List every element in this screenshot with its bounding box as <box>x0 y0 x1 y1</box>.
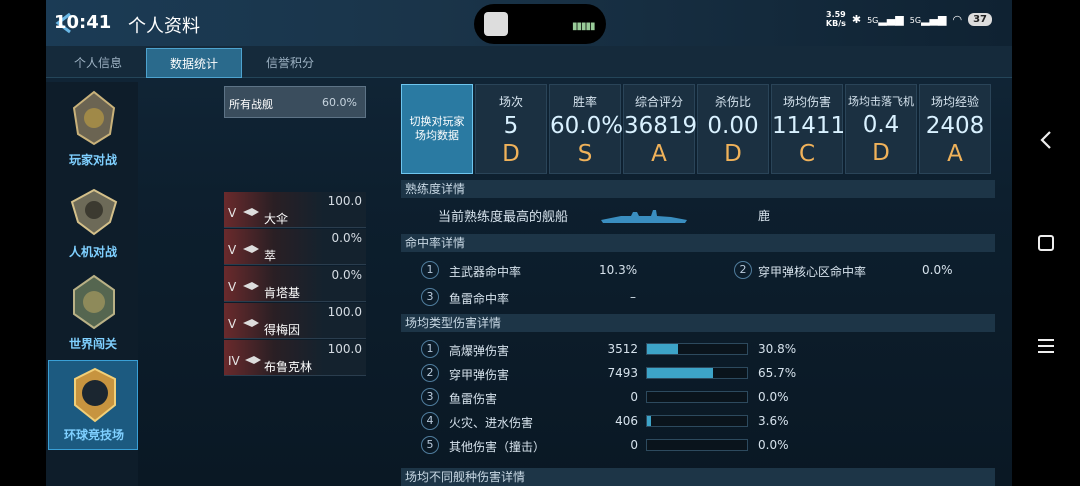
damage-bar <box>646 343 748 355</box>
damage-label: 穿甲弹伤害 <box>449 368 510 382</box>
signal-5g-icon: 5G▂▄▆ <box>867 12 904 26</box>
hit-rate-label: 穿甲弹核心区命中率 <box>758 265 867 279</box>
index-badge: 3 <box>421 288 439 306</box>
damage-bar-fill <box>647 368 713 378</box>
proficiency-header: 熟练度详情 <box>401 180 995 198</box>
proficiency-label: 当前熟练度最高的舰船 <box>438 210 569 225</box>
top-bar: 10:41 个人资料 ▮▮▮▮▮ 3.59 KB/s ✱ 5G▂▄▆ 5G▂▄▆… <box>46 0 1012 46</box>
index-badge: 2 <box>421 364 439 382</box>
stat-overall-score: 综合评分 36819 A <box>623 84 697 174</box>
system-nav-bar <box>1012 0 1080 486</box>
phone-left-bezel <box>0 0 46 486</box>
signal-5g-icon: 5G▂▄▆ <box>909 12 947 26</box>
stat-win-rate: 胜率 60.0% S <box>549 84 623 174</box>
stat-matches: 场次 5 D <box>475 84 547 174</box>
damage-value: 7493 <box>607 366 638 380</box>
battery-icon: 37 <box>968 12 992 26</box>
index-badge: 5 <box>421 436 439 454</box>
index-badge: 1 <box>421 340 439 358</box>
damage-label: 高爆弹伤害 <box>449 344 510 358</box>
index-badge: 2 <box>734 261 752 279</box>
damage-value: 3512 <box>607 342 638 356</box>
network-speed: 3.59 KB/s <box>825 10 846 28</box>
summary-stats: 切换对玩家场均数据 场次 5 D 胜率 60.0% S 综合评分 36819 A 杀伤比 0.… <box>401 84 995 176</box>
proficiency-ship: 鹿 <box>758 209 771 223</box>
ship-class-icon <box>243 245 259 253</box>
app-window: 10:41 个人资料 ▮▮▮▮▮ 3.59 KB/s ✱ 5G▂▄▆ 5G▂▄▆… <box>46 0 1012 486</box>
stat-avg-planes: 场均击落飞机 0.4 D <box>845 84 917 174</box>
damage-percent: 3.6% <box>758 414 789 428</box>
stat-avg-exp: 场均经验 2408 A <box>919 84 991 174</box>
index-badge: 3 <box>421 388 439 406</box>
mode-pve[interactable]: 人机对战 <box>48 176 138 266</box>
ship-row[interactable]: V 大伞 100.0 <box>224 192 366 228</box>
world-emblem-icon <box>73 274 115 330</box>
app-thumbnail-icon <box>484 12 508 36</box>
damage-bar-fill <box>647 344 678 354</box>
ship-row[interactable]: V 得梅因 100.0 <box>224 303 366 339</box>
index-badge: 1 <box>421 261 439 279</box>
audio-bars-icon: ▮▮▮▮▮ <box>572 21 595 32</box>
page-title: 个人资料 <box>128 16 200 37</box>
tab-bar: 个人信息 数据统计 信誉积分 <box>46 46 1012 78</box>
tab-personal-info[interactable]: 个人信息 <box>58 48 138 78</box>
ship-type-damage-header: 场均不同舰种伤害详情 <box>401 468 995 486</box>
mode-world[interactable]: 世界闯关 <box>48 268 138 358</box>
ship-class-icon <box>243 208 259 216</box>
all-ships-filter[interactable]: 所有战舰 60.0% <box>224 86 366 118</box>
stat-kd-ratio: 杀伤比 0.00 D <box>697 84 769 174</box>
bluetooth-icon: ✱ <box>851 12 862 26</box>
hit-rate-label: 主武器命中率 <box>449 265 522 279</box>
damage-bar-fill <box>647 416 651 426</box>
pve-emblem-icon <box>70 188 118 236</box>
ship-silhouette-icon <box>601 210 687 223</box>
ship-list: 所有战舰 60.0% V 大伞 100.0 V 萃 0.0% V 肯塔基 0.0… <box>224 86 366 486</box>
damage-bar <box>646 439 748 451</box>
damage-header: 场均类型伤害详情 <box>401 314 995 332</box>
damage-percent: 30.8% <box>758 342 797 356</box>
ship-class-icon <box>243 282 259 290</box>
ship-row[interactable]: V 肯塔基 0.0% <box>224 266 366 302</box>
damage-value: 406 <box>615 414 638 428</box>
index-badge: 4 <box>421 412 439 430</box>
damage-bar <box>646 415 748 427</box>
back-icon[interactable] <box>1030 124 1062 156</box>
ship-row[interactable]: IV 布鲁克林 100.0 <box>224 340 366 376</box>
hit-rate-label: 鱼雷命中率 <box>449 292 510 306</box>
status-icons: 3.59 KB/s ✱ 5G▂▄▆ 5G▂▄▆ ◠ 37 <box>826 10 992 28</box>
hit-rate-value: – <box>630 290 636 304</box>
stat-avg-damage: 场均伤害 11411 C <box>771 84 845 174</box>
hit-rate-value: 10.3% <box>599 263 638 277</box>
damage-label: 其他伤害（撞击） <box>449 440 546 454</box>
damage-percent: 65.7% <box>758 366 797 380</box>
mode-sidebar: 玩家对战 人机对战 世界闯关 环球竞技场 <box>46 82 138 486</box>
wifi-icon: ◠ <box>952 12 963 26</box>
switch-average-button[interactable]: 切换对玩家场均数据 <box>401 84 473 174</box>
status-time: 10:41 <box>54 12 112 33</box>
arena-emblem-icon <box>74 367 116 423</box>
tab-reputation[interactable]: 信誉积分 <box>250 48 330 78</box>
mode-global-arena[interactable]: 环球竞技场 <box>48 360 138 450</box>
damage-bar <box>646 367 748 379</box>
damage-label: 鱼雷伤害 <box>449 392 498 406</box>
damage-percent: 0.0% <box>758 438 789 452</box>
menu-icon[interactable] <box>1030 330 1062 362</box>
ship-class-icon <box>245 356 261 364</box>
damage-percent: 0.0% <box>758 390 789 404</box>
damage-value: 0 <box>630 390 638 404</box>
damage-bar <box>646 391 748 403</box>
pvp-emblem-icon <box>72 90 116 146</box>
damage-value: 0 <box>630 438 638 452</box>
damage-label: 火灾、进水伤害 <box>449 416 534 430</box>
dynamic-island: ▮▮▮▮▮ <box>474 4 606 44</box>
ship-row[interactable]: V 萃 0.0% <box>224 229 366 265</box>
hit-rate-header: 命中率详情 <box>401 234 995 252</box>
home-icon[interactable] <box>1030 227 1062 259</box>
hit-rate-value: 0.0% <box>922 263 953 277</box>
ship-class-icon <box>243 319 259 327</box>
mode-pvp[interactable]: 玩家对战 <box>48 84 138 174</box>
tab-data-stats[interactable]: 数据统计 <box>146 48 242 78</box>
